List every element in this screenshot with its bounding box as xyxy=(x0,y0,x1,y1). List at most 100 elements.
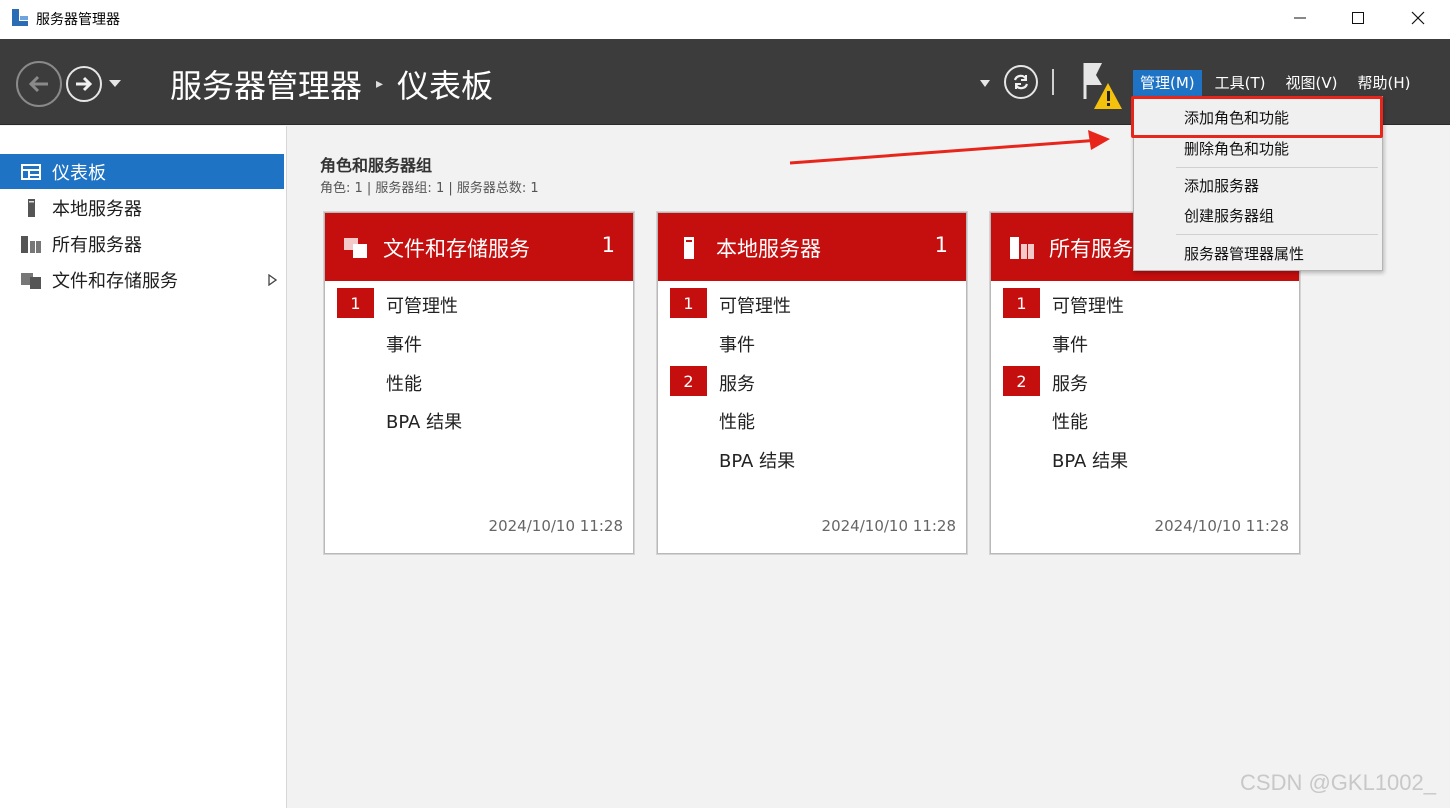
header-divider xyxy=(1052,69,1054,95)
tile-row[interactable]: 2 服务 xyxy=(658,366,966,396)
breadcrumb-separator-icon: ▸ xyxy=(376,76,384,92)
file-storage-icon xyxy=(21,272,41,289)
breadcrumb-current: 仪表板 xyxy=(397,67,494,105)
tile-title: 文件和存储服务 xyxy=(383,237,530,261)
tile-row[interactable]: 1 可管理性 xyxy=(991,288,1299,318)
watermark: CSDN @GKL1002_ xyxy=(1240,770,1436,795)
sidebar-item-all-servers[interactable]: 所有服务器 xyxy=(0,226,284,261)
row-label: 事件 xyxy=(719,335,755,356)
row-badge: 1 xyxy=(337,288,374,318)
back-arrow-icon xyxy=(28,75,48,93)
maximize-button[interactable] xyxy=(1328,0,1388,36)
breadcrumb: 服务器管理器 ▸ 仪表板 xyxy=(170,61,493,107)
maximize-icon xyxy=(1352,12,1364,24)
row-label: 服务 xyxy=(719,374,755,395)
sidebar: 仪表板 本地服务器 所有服务器 文件和存储服务 xyxy=(0,126,287,808)
menu-separator xyxy=(1176,167,1378,168)
tile-row[interactable]: 1 可管理性 xyxy=(325,288,633,318)
row-label: 可管理性 xyxy=(386,296,458,317)
menu-separator xyxy=(1176,234,1378,235)
row-label: BPA 结果 xyxy=(719,451,796,472)
notifications-flag-icon[interactable] xyxy=(1080,59,1124,111)
tile-row[interactable]: 2 服务 xyxy=(991,366,1299,396)
menu-item-create-server-group[interactable]: 创建服务器组 xyxy=(1184,205,1274,226)
expand-chevron-icon[interactable] xyxy=(268,274,277,286)
row-label: BPA 结果 xyxy=(1052,451,1129,472)
row-badge: 2 xyxy=(1003,366,1040,396)
tile-row[interactable]: 1 可管理性 xyxy=(658,288,966,318)
refresh-button[interactable] xyxy=(1004,65,1038,99)
servers-icon xyxy=(1010,237,1034,259)
forward-button[interactable] xyxy=(66,66,102,102)
row-label: BPA 结果 xyxy=(386,412,463,433)
sidebar-item-file-storage[interactable]: 文件和存储服务 xyxy=(0,262,284,297)
tile-timestamp: 2024/10/10 11:28 xyxy=(488,517,623,535)
tile-row[interactable]: BPA 结果 xyxy=(991,443,1299,473)
row-label: 事件 xyxy=(386,335,422,356)
back-button[interactable] xyxy=(16,61,62,107)
forward-arrow-icon xyxy=(76,76,93,92)
row-label: 性能 xyxy=(1052,412,1088,433)
tile-count: 1 xyxy=(601,233,615,257)
annotation-highlight-box xyxy=(1131,96,1383,138)
close-button[interactable] xyxy=(1388,0,1448,36)
row-badge: 2 xyxy=(670,366,707,396)
tile-timestamp: 2024/10/10 11:28 xyxy=(821,517,956,535)
servers-icon xyxy=(21,235,41,253)
tile-file-storage[interactable]: 文件和存储服务 1 1 可管理性 事件 性能 BPA 结果 2024/10/10… xyxy=(324,212,634,554)
menu-item-remove-roles-features[interactable]: 删除角色和功能 xyxy=(1184,138,1289,159)
row-label: 可管理性 xyxy=(1052,296,1124,317)
sidebar-item-label: 所有服务器 xyxy=(52,234,142,256)
menu-view[interactable]: 视图(V) xyxy=(1279,70,1345,96)
row-badge: 1 xyxy=(670,288,707,318)
annotation-arrow-icon xyxy=(789,130,1110,165)
section-subtitle: 角色: 1 | 服务器组: 1 | 服务器总数: 1 xyxy=(320,181,539,196)
minimize-icon xyxy=(1294,17,1306,19)
menu-help[interactable]: 帮助(H) xyxy=(1351,70,1418,96)
menu-bar: 管理(M) 工具(T) 视图(V) 帮助(H) xyxy=(1133,70,1423,96)
tile-row[interactable]: 事件 xyxy=(991,327,1299,357)
server-icon xyxy=(684,237,694,259)
tile-row[interactable]: 性能 xyxy=(658,404,966,434)
sidebar-item-local-server[interactable]: 本地服务器 xyxy=(0,190,284,225)
row-label: 可管理性 xyxy=(719,296,791,317)
tile-row[interactable]: 性能 xyxy=(991,404,1299,434)
menu-item-add-servers[interactable]: 添加服务器 xyxy=(1184,175,1259,196)
server-icon xyxy=(28,198,35,217)
tile-row[interactable]: BPA 结果 xyxy=(325,404,633,434)
file-storage-icon xyxy=(344,238,367,258)
breadcrumb-root[interactable]: 服务器管理器 xyxy=(170,61,362,107)
sidebar-item-label: 文件和存储服务 xyxy=(52,270,178,292)
row-label: 服务 xyxy=(1052,374,1088,395)
menu-manage[interactable]: 管理(M) xyxy=(1133,70,1202,96)
server-manager-app-icon xyxy=(12,9,28,26)
title-bar: 服务器管理器 xyxy=(0,0,1450,39)
tile-row[interactable]: BPA 结果 xyxy=(658,443,966,473)
row-label: 性能 xyxy=(386,374,422,395)
menu-item-server-manager-properties[interactable]: 服务器管理器属性 xyxy=(1184,243,1304,264)
section-title: 角色和服务器组 xyxy=(320,156,433,175)
tile-timestamp: 2024/10/10 11:28 xyxy=(1154,517,1289,535)
tile-title: 本地服务器 xyxy=(716,237,821,261)
tile-header[interactable]: 本地服务器 1 xyxy=(658,213,966,281)
sidebar-item-dashboard[interactable]: 仪表板 xyxy=(0,154,284,189)
close-icon xyxy=(1411,11,1425,25)
minimize-button[interactable] xyxy=(1270,0,1330,36)
window-title: 服务器管理器 xyxy=(36,12,120,28)
tile-row[interactable]: 性能 xyxy=(325,366,633,396)
refresh-icon xyxy=(1013,74,1029,90)
sidebar-item-label: 本地服务器 xyxy=(52,198,142,220)
row-badge: 1 xyxy=(1003,288,1040,318)
tile-row[interactable]: 事件 xyxy=(658,327,966,357)
menu-tools[interactable]: 工具(T) xyxy=(1208,70,1273,96)
history-dropdown-icon[interactable] xyxy=(108,79,122,89)
tile-local-server[interactable]: 本地服务器 1 1 可管理性 事件 2 服务 性能 BPA 结果 2024/10… xyxy=(657,212,967,554)
row-label: 事件 xyxy=(1052,335,1088,356)
row-label: 性能 xyxy=(719,412,755,433)
tile-count: 1 xyxy=(934,233,948,257)
tile-header[interactable]: 文件和存储服务 1 xyxy=(325,213,633,281)
tile-row[interactable]: 事件 xyxy=(325,327,633,357)
dropdown-arrow-icon[interactable] xyxy=(980,80,990,88)
sidebar-item-label: 仪表板 xyxy=(52,162,106,184)
dashboard-icon xyxy=(21,163,41,180)
